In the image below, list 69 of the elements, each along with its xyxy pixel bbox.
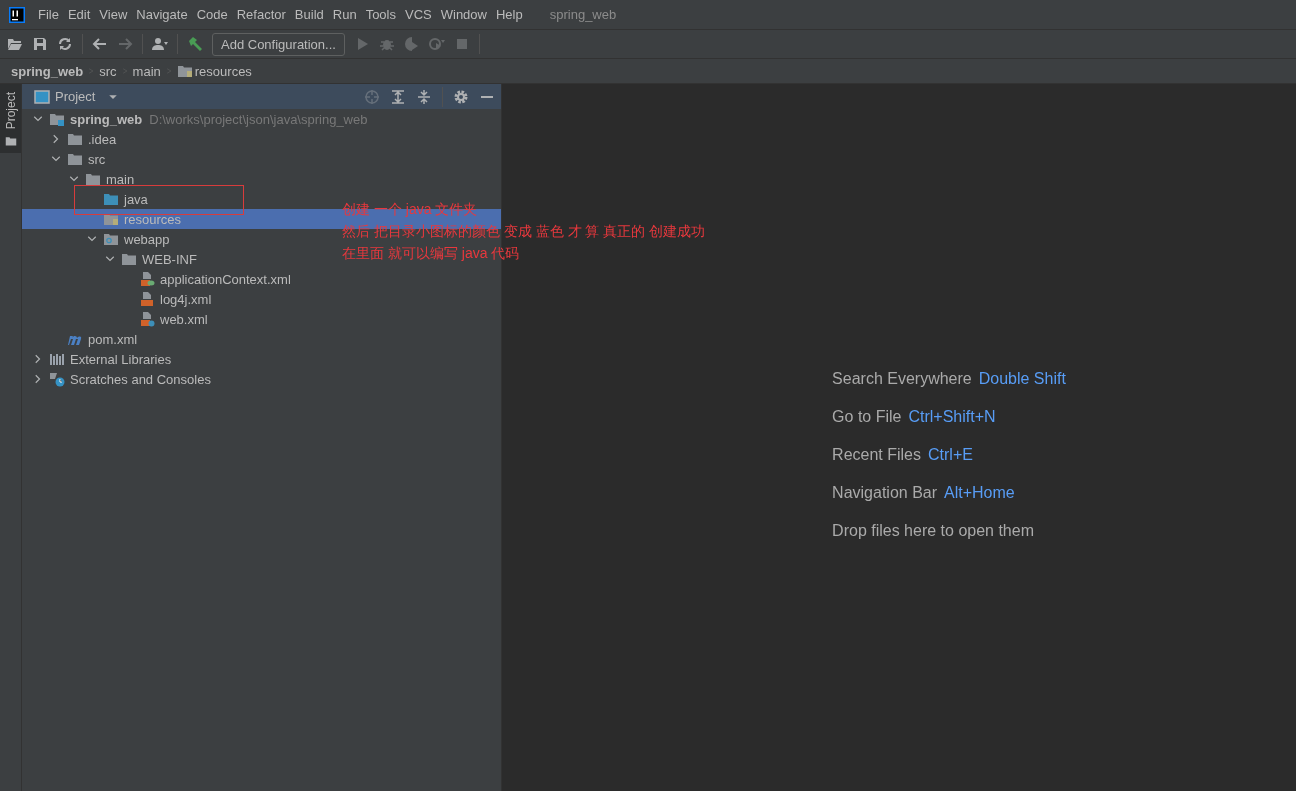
web-xml-icon	[139, 311, 155, 327]
breadcrumb[interactable]: main	[132, 63, 161, 79]
menu-item[interactable]: Run	[328, 7, 362, 22]
hammer-icon[interactable]	[187, 36, 203, 52]
panel-icon	[34, 88, 50, 105]
breadcrumb[interactable]: resources	[176, 63, 252, 79]
shortcut-text: Ctrl+Shift+N	[908, 407, 996, 426]
tree-item[interactable]: External Libraries	[22, 349, 340, 369]
menu-item[interactable]: Window	[436, 7, 492, 22]
spring-xml-icon	[139, 271, 155, 287]
folder-icon	[67, 151, 83, 167]
save-icon[interactable]	[32, 36, 48, 52]
folder-icon	[121, 251, 137, 267]
tree-item[interactable]: log4j.xml	[22, 289, 340, 309]
tree-item[interactable]: java	[22, 189, 340, 209]
back-arrow-icon[interactable]	[92, 36, 108, 52]
hint-text: Drop files here to open them	[832, 521, 1034, 540]
side-tab[interactable]: Project	[0, 84, 21, 154]
tree-item[interactable]: pom.xml	[22, 329, 340, 349]
folder-icon	[85, 171, 101, 187]
shortcut-text: Alt+Home	[944, 483, 1015, 502]
hint-text: Recent Files	[832, 445, 921, 464]
sync-icon[interactable]	[57, 36, 73, 52]
tree-item[interactable]: main	[22, 169, 340, 189]
web-folder-icon	[103, 231, 119, 247]
resources-folder-icon	[176, 63, 193, 79]
shortcut-text: Double Shift	[978, 369, 1066, 388]
tree-item[interactable]: .idea	[22, 129, 340, 149]
source-folder-icon	[103, 191, 119, 207]
xml-file-icon	[139, 291, 155, 307]
app-logo-icon	[9, 6, 25, 23]
menu-item[interactable]: Refactor	[232, 7, 291, 22]
tree-item[interactable]: web.xml	[22, 309, 340, 329]
expand-all-icon[interactable]	[390, 88, 406, 105]
shortcut-text: Ctrl+E	[928, 445, 973, 464]
menu-item[interactable]: Navigate	[132, 7, 193, 22]
settings-icon[interactable]	[453, 88, 469, 105]
menu-item[interactable]: VCS	[401, 7, 437, 22]
menu-item[interactable]: View	[95, 7, 133, 22]
add-configuration-button[interactable]: Add Configuration...	[212, 32, 345, 56]
scratches-icon	[49, 371, 65, 387]
tree-item[interactable]: webapp	[22, 229, 340, 249]
panel-title[interactable]: Project	[55, 89, 96, 104]
menu-item[interactable]: Edit	[63, 7, 96, 22]
tree-item[interactable]: Scratches and Consoles	[22, 369, 340, 389]
tree-item[interactable]: applicationContext.xml	[22, 269, 340, 289]
breadcrumb[interactable]: spring_web	[11, 63, 84, 79]
collapse-all-icon[interactable]	[416, 88, 432, 105]
window-title: spring_web	[549, 7, 617, 22]
project-path: D:\works\project\json\java\spring_web	[149, 111, 368, 127]
menu-item[interactable]: Tools	[361, 7, 401, 22]
hint-text: Search Everywhere	[832, 369, 972, 388]
tree-item[interactable]: WEB-INF	[22, 249, 340, 269]
user-dropdown-icon[interactable]	[152, 36, 168, 52]
libraries-icon	[49, 351, 65, 367]
menu-item[interactable]: File	[34, 7, 64, 22]
menu-item[interactable]: Build	[290, 7, 329, 22]
menu-item[interactable]: Code	[192, 7, 233, 22]
hint-text: Go to File	[832, 407, 902, 426]
menu-item[interactable]: Help	[491, 7, 528, 22]
breadcrumb[interactable]: src	[99, 63, 117, 79]
folder-icon	[4, 135, 17, 148]
tree-item[interactable]: spring_web D:\works\project\json\java\spring_web	[22, 109, 368, 129]
annotation-text: 在里面 就可以编写 java 代码	[342, 244, 521, 263]
folder-icon	[67, 131, 83, 147]
tree-item[interactable]: src	[22, 149, 340, 169]
folder-icon[interactable]	[7, 36, 23, 52]
hint-text: Navigation Bar	[832, 483, 938, 502]
module-folder-icon	[49, 111, 65, 127]
